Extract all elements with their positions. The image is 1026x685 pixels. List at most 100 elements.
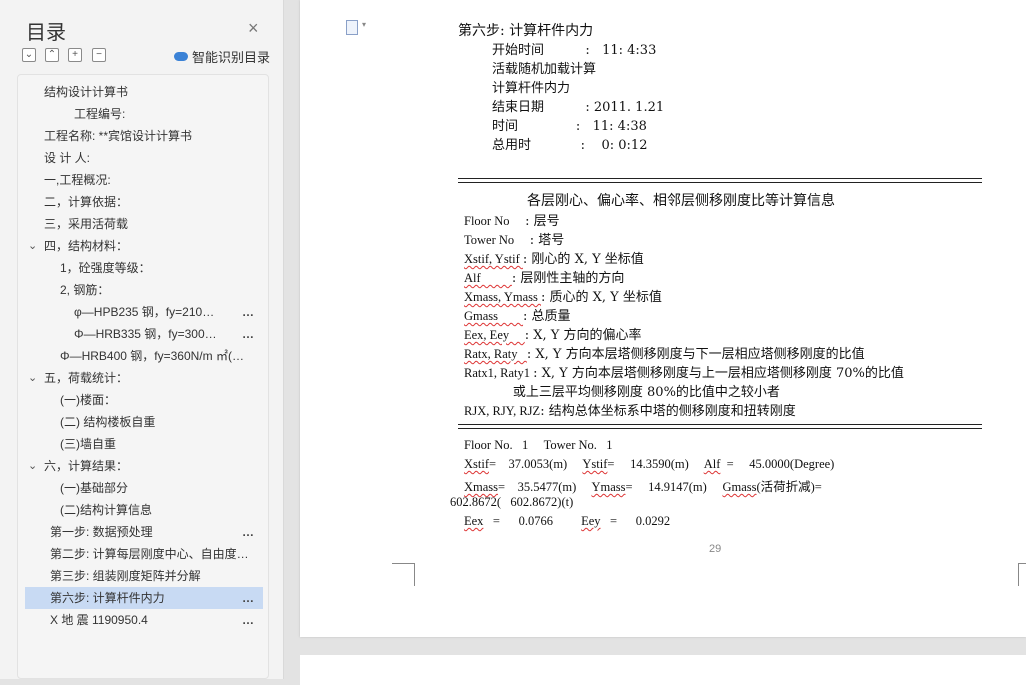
toc-item[interactable]: 第一步: 数据预处理… xyxy=(18,521,268,543)
definition-desc: : 刚心的 X, Y 坐标值 xyxy=(522,252,644,267)
toc-item[interactable]: ⌄ 四，结构材料： xyxy=(18,235,268,257)
definition-desc: : X, Y 方向本层塔侧移刚度与上一层相应塔侧移刚度 70%的比值 xyxy=(533,366,904,381)
toc-item[interactable]: (二) 结构楼板自重 xyxy=(18,411,268,433)
toc-item-label: (二) 结构楼板自重 xyxy=(60,415,156,429)
next-page xyxy=(300,655,1026,685)
toc-item-label: 结构设计计算书 xyxy=(44,85,129,99)
collapse-all-icon[interactable]: ⌄ xyxy=(22,48,36,62)
definition-line: Tower No : 塔号 xyxy=(464,229,564,248)
page-number: 29 xyxy=(709,543,722,555)
toc-item-label: 工程名称: **宾馆设计计算书 xyxy=(44,129,193,143)
mass-continued: 602.8672( 602.8672)(t) xyxy=(450,495,574,509)
close-icon[interactable]: × xyxy=(248,18,259,39)
toc-item[interactable]: φ—HPB235 钢，fy=210N/m … xyxy=(18,301,268,323)
toc-item[interactable]: 工程名称: **宾馆设计计算书 xyxy=(18,125,268,147)
timing-line: 总用时 : 0: 0:12 xyxy=(492,138,648,153)
more-options-icon[interactable]: … xyxy=(242,587,254,609)
chevron-down-icon[interactable]: ⌄ xyxy=(28,235,37,257)
floor-line: Floor No. 1 Tower No. 1 xyxy=(464,438,613,452)
definition-key: Alf xyxy=(464,271,512,285)
toc-item[interactable]: (一)基础部分 xyxy=(18,477,268,499)
toc-item-label: (二)结构计算信息 xyxy=(60,503,152,517)
definition-line: Gmass : 总质量 xyxy=(464,305,571,324)
toc-item-label: (一)楼面： xyxy=(60,393,116,407)
mass-line: Xmass= 35.5477(m) Ymass= 14.9147(m) Gmas… xyxy=(464,480,822,494)
definition-desc: : X, Y 方向的偏心率 xyxy=(524,328,642,343)
add-heading-icon[interactable]: + xyxy=(68,48,82,62)
stif-line: Xstif= 37.0053(m) Ystif= 14.3590(m) Alf … xyxy=(464,457,835,471)
toc-item[interactable]: X 地 震 1190950.4… xyxy=(18,609,268,631)
toc-item-label: 1，砼强度等级： xyxy=(60,261,151,275)
definition-desc: : 层刚性主轴的方向 xyxy=(511,271,625,286)
toc-item-label: 四，结构材料： xyxy=(44,239,129,253)
margin-corner-left xyxy=(392,563,415,586)
expand-all-icon[interactable]: ⌃ xyxy=(45,48,59,62)
timing-line: 时间 : 11: 4:38 xyxy=(492,119,647,134)
definition-key: Tower No xyxy=(464,233,530,247)
toc-item-label: (一)基础部分 xyxy=(60,481,128,495)
toc-item[interactable]: (一)楼面： xyxy=(18,389,268,411)
toc-item-label: 第三步: 组装刚度矩阵并分解 xyxy=(50,569,201,583)
definition-key: Eex, Eey xyxy=(464,328,525,342)
definition-line: Eex, Eey : X, Y 方向的偏心率 xyxy=(464,324,642,343)
document-icon[interactable] xyxy=(346,20,358,35)
toc-item[interactable]: (二)结构计算信息 xyxy=(18,499,268,521)
definition-desc: : 塔号 xyxy=(529,233,565,248)
toc-item[interactable]: 结构设计计算书 xyxy=(18,81,268,103)
toc-item[interactable]: 设 计 人: xyxy=(18,147,268,169)
more-options-icon[interactable]: … xyxy=(242,521,254,543)
toc-item[interactable]: ⌄ 五，荷载统计： xyxy=(18,367,268,389)
definition-line: Ratx1, Raty1 : X, Y 方向本层塔侧移刚度与上一层相应塔侧移刚度… xyxy=(464,362,904,381)
more-options-icon[interactable]: … xyxy=(242,301,254,323)
definition-key: Xmass, Ymass xyxy=(464,290,541,304)
toc-item[interactable]: 一,工程概况: xyxy=(18,169,268,191)
toc-item-label: φ—HPB235 钢，fy=210N/m xyxy=(74,305,218,319)
toc-item-label: 二，计算依据： xyxy=(44,195,129,209)
toc-item-label: 2, 钢筋： xyxy=(60,283,110,297)
toc-item[interactable]: (三)墙自重 xyxy=(18,433,268,455)
definition-desc: : 质心的 X, Y 坐标值 xyxy=(540,290,662,305)
toc-item[interactable]: 第六步: 计算杆件内力 … xyxy=(25,587,263,609)
definition-line: Alf : 层刚性主轴的方向 xyxy=(464,267,624,286)
dropdown-arrow-icon[interactable]: ▾ xyxy=(362,20,366,29)
definition-desc: 或上三层平均侧移刚度 80%的比值中之较小者 xyxy=(504,385,780,400)
toc-panel: 目录 × ⌄ ⌃ + − 智能识别目录 结构设计计算书 工程编号: 工程名称: **… xyxy=(0,0,284,679)
definition-line: Floor No : 层号 xyxy=(464,210,560,229)
toc-item-label: (三)墙自重 xyxy=(60,437,116,451)
toc-item[interactable]: 1，砼强度等级： xyxy=(18,257,268,279)
more-options-icon[interactable]: … xyxy=(242,323,254,345)
chevron-down-icon[interactable]: ⌄ xyxy=(28,367,37,389)
remove-heading-icon[interactable]: − xyxy=(92,48,106,62)
toc-list: 结构设计计算书工程编号: 工程名称: **宾馆设计计算书 设 计 人: 一,工程概况… xyxy=(17,74,269,679)
toc-item-label: 第六步: 计算杆件内力 xyxy=(50,591,165,605)
step-title: 第六步: 计算杆件内力 xyxy=(458,23,594,39)
toc-item[interactable]: 三，采用活荷载 xyxy=(18,213,268,235)
toc-item[interactable]: 二，计算依据： xyxy=(18,191,268,213)
toc-item-label: 一,工程概况: xyxy=(44,173,111,187)
toc-item-label: 工程编号: xyxy=(74,107,126,121)
definition-line: 或上三层平均侧移刚度 80%的比值中之较小者 xyxy=(464,381,780,400)
toc-item[interactable]: ⌄ 六，计算结果： xyxy=(18,455,268,477)
toc-item[interactable]: Φ—HRB400 钢，fy=360N/m ㎡(… xyxy=(18,345,268,367)
timing-line: 活载随机加载计算 xyxy=(492,62,597,77)
section-title: 各层刚心、偏心率、相邻层侧移刚度比等计算信息 xyxy=(527,193,835,209)
timing-line: 结束日期 : 2011. 1.21 xyxy=(492,100,665,115)
toc-item-label: Φ—HRB400 钢，fy=360N/m ㎡(… xyxy=(60,349,244,363)
toc-item-label: 第二步: 计算每层刚度中心、自由度… xyxy=(50,547,249,561)
definition-desc: : X, Y 方向本层塔侧移刚度与下一层相应塔侧移刚度的比值 xyxy=(526,347,865,362)
definition-desc: : 总质量 xyxy=(523,309,571,324)
chevron-down-icon[interactable]: ⌄ xyxy=(28,455,37,477)
more-options-icon[interactable]: … xyxy=(242,609,254,631)
toc-item[interactable]: 第二步: 计算每层刚度中心、自由度… xyxy=(18,543,268,565)
definition-key xyxy=(464,385,505,399)
toc-item-label: 六，计算结果： xyxy=(44,459,129,473)
timing-line: 开始时间 : 11: 4:33 xyxy=(492,43,657,58)
toc-item[interactable]: 工程编号: xyxy=(18,103,268,125)
smart-toc-button[interactable]: 智能识别目录 xyxy=(174,47,270,66)
toc-item[interactable]: 第三步: 组装刚度矩阵并分解 xyxy=(18,565,268,587)
definition-line: Xmass, Ymass : 质心的 X, Y 坐标值 xyxy=(464,286,662,305)
toc-item[interactable]: 2, 钢筋： xyxy=(18,279,268,301)
toc-item[interactable]: Φ—HRB335 钢，fy=300N/m… xyxy=(18,323,268,345)
definition-key: Ratx, Raty xyxy=(464,347,527,361)
definition-desc: : 层号 xyxy=(525,214,560,229)
